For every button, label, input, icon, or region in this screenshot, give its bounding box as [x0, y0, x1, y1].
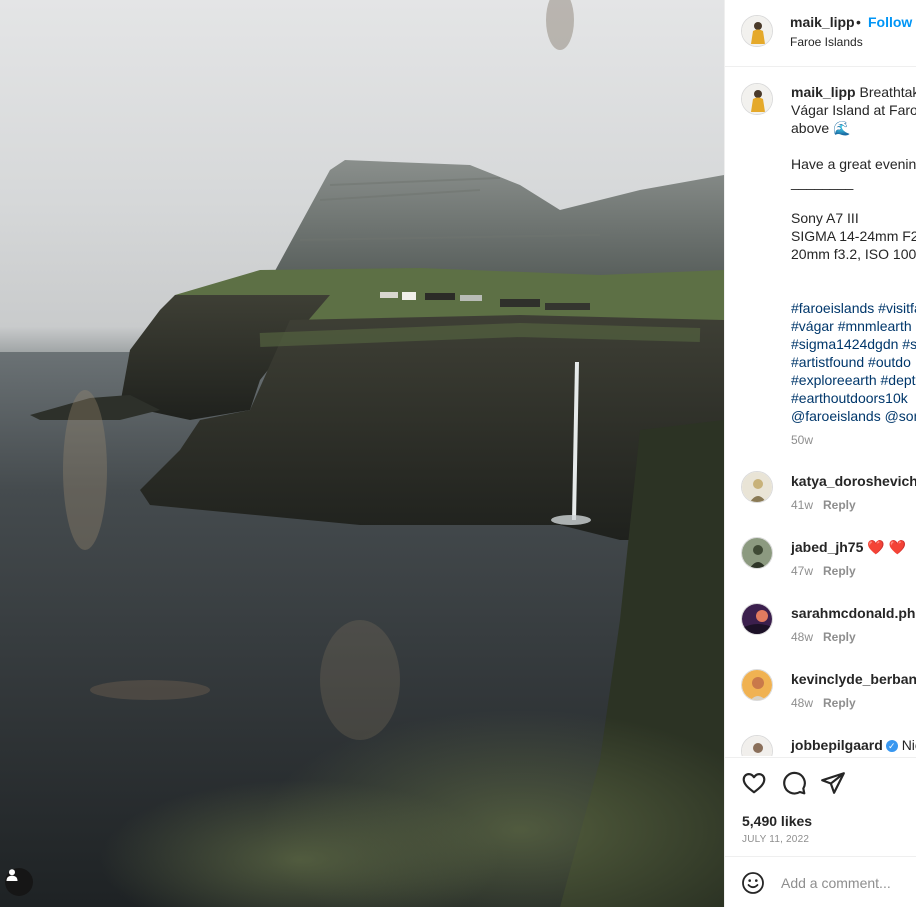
comment-time[interactable]: 41w [791, 498, 813, 512]
caption-line [791, 281, 916, 299]
user-avatar-icon [742, 604, 772, 634]
caption-line: maik_lipp Breathtak [791, 84, 916, 100]
caption-line: Have a great evening [791, 156, 916, 172]
commenter-username[interactable]: kevinclyde_berbano [791, 671, 916, 687]
caption-line: SIGMA 14-24mm F2 [791, 228, 916, 244]
post-side-panel: maik_lipp • Follow Faroe Islands maik_li… [724, 0, 916, 907]
commenter-avatar[interactable] [741, 537, 773, 569]
post-date[interactable]: JULY 11, 2022 [742, 834, 809, 845]
commenter-username[interactable]: katya_doroshevich S [791, 473, 916, 489]
follow-button[interactable]: Follow [868, 14, 912, 30]
paper-plane-icon[interactable] [820, 770, 846, 796]
user-avatar-icon [742, 16, 772, 46]
comments-scroll-area[interactable]: maik_lipp Breathtak Vágar Island at Faro… [725, 68, 916, 756]
landscape-illustration [0, 0, 724, 907]
caption-line: ________ [791, 174, 854, 190]
reply-button[interactable]: Reply [823, 696, 856, 710]
caption-line [791, 191, 916, 209]
author-username[interactable]: maik_lipp [790, 14, 855, 30]
person-tag-icon [6, 869, 18, 881]
likes-count[interactable]: 5,490 likes [742, 813, 812, 829]
comment-item: jobbepilgaard✓ Nic [725, 735, 916, 756]
comment-meta: 47w Reply [791, 564, 856, 578]
caption-line: above 🌊 [791, 120, 851, 136]
hashtag-line[interactable]: #exploreearth #dept [791, 371, 916, 389]
comment-meta: 48w Reply [791, 696, 856, 710]
comment-bubble-icon[interactable] [781, 770, 807, 796]
reply-button[interactable]: Reply [823, 564, 856, 578]
mention-line[interactable]: @faroeislands @son [791, 407, 916, 425]
commenter-avatar[interactable] [741, 603, 773, 635]
post-actions: 5,490 likes JULY 11, 2022 [725, 757, 916, 855]
post-location[interactable]: Faroe Islands [790, 35, 863, 49]
user-avatar-icon [742, 538, 772, 568]
post-photo[interactable] [0, 0, 724, 907]
hashtag-line[interactable]: #sigma1424dgdn #s [791, 335, 916, 353]
caption-username[interactable]: maik_lipp [791, 84, 856, 100]
comment-time[interactable]: 48w [791, 696, 813, 710]
comment-item: jabed_jh75 ❤️ ❤️ 47w Reply [725, 537, 916, 597]
verified-badge-icon: ✓ [885, 740, 898, 752]
comment-item: sarahmcdonald.pho 48w Reply [725, 603, 916, 663]
comment-item: katya_doroshevich S 41w Reply [725, 471, 916, 531]
commenter-avatar[interactable] [741, 669, 773, 701]
commenter-avatar[interactable] [741, 735, 773, 756]
heart-outline-icon[interactable] [741, 770, 767, 796]
hashtag-line[interactable]: #artistfound #outdo [791, 353, 916, 371]
comment-input[interactable] [781, 870, 911, 896]
user-avatar-icon [742, 736, 772, 756]
caption-timestamp[interactable]: 50w [791, 433, 813, 447]
hashtag-line[interactable]: #faroeislands #visitfa [791, 299, 916, 317]
add-comment-bar [725, 856, 916, 907]
reply-button[interactable]: Reply [823, 630, 856, 644]
tagged-people-button[interactable] [5, 868, 33, 896]
user-avatar-icon [742, 670, 772, 700]
commenter-username[interactable]: sarahmcdonald.pho [791, 605, 916, 621]
comment-text: ❤️ ❤️ [867, 539, 907, 555]
reply-button[interactable]: Reply [823, 498, 856, 512]
hashtag-line[interactable]: #vágar #mnmlearth [791, 317, 916, 335]
author-avatar[interactable] [741, 15, 773, 47]
user-avatar-icon [742, 472, 772, 502]
post-header: maik_lipp • Follow Faroe Islands [725, 0, 916, 67]
caption-text: maik_lipp Breathtak Vágar Island at Faro… [791, 83, 916, 425]
user-avatar-icon [742, 84, 772, 114]
comment-meta: 41w Reply [791, 498, 856, 512]
comment-text: Nic [901, 737, 916, 753]
caption-line: 20mm f3.2, ISO 100, [791, 246, 916, 262]
comment-meta: 48w Reply [791, 630, 856, 644]
commenter-avatar[interactable] [741, 471, 773, 503]
hashtag-line[interactable]: #earthoutdoors10k [791, 389, 916, 407]
comment-time[interactable]: 47w [791, 564, 813, 578]
smiley-icon[interactable] [741, 871, 765, 895]
commenter-username[interactable]: jabed_jh75 ❤️ ❤️ [791, 539, 906, 556]
caption-line [791, 137, 916, 155]
caption-line: Vágar Island at Faroe [791, 102, 916, 118]
commenter-username[interactable]: jobbepilgaard✓ Nic [791, 737, 916, 753]
header-separator: • [856, 14, 861, 30]
comment-item: kevinclyde_berbano 48w Reply [725, 669, 916, 729]
caption-author-avatar[interactable] [741, 83, 773, 115]
caption-line: Sony A7 III [791, 210, 859, 226]
caption-line [791, 263, 916, 281]
comment-time[interactable]: 48w [791, 630, 813, 644]
